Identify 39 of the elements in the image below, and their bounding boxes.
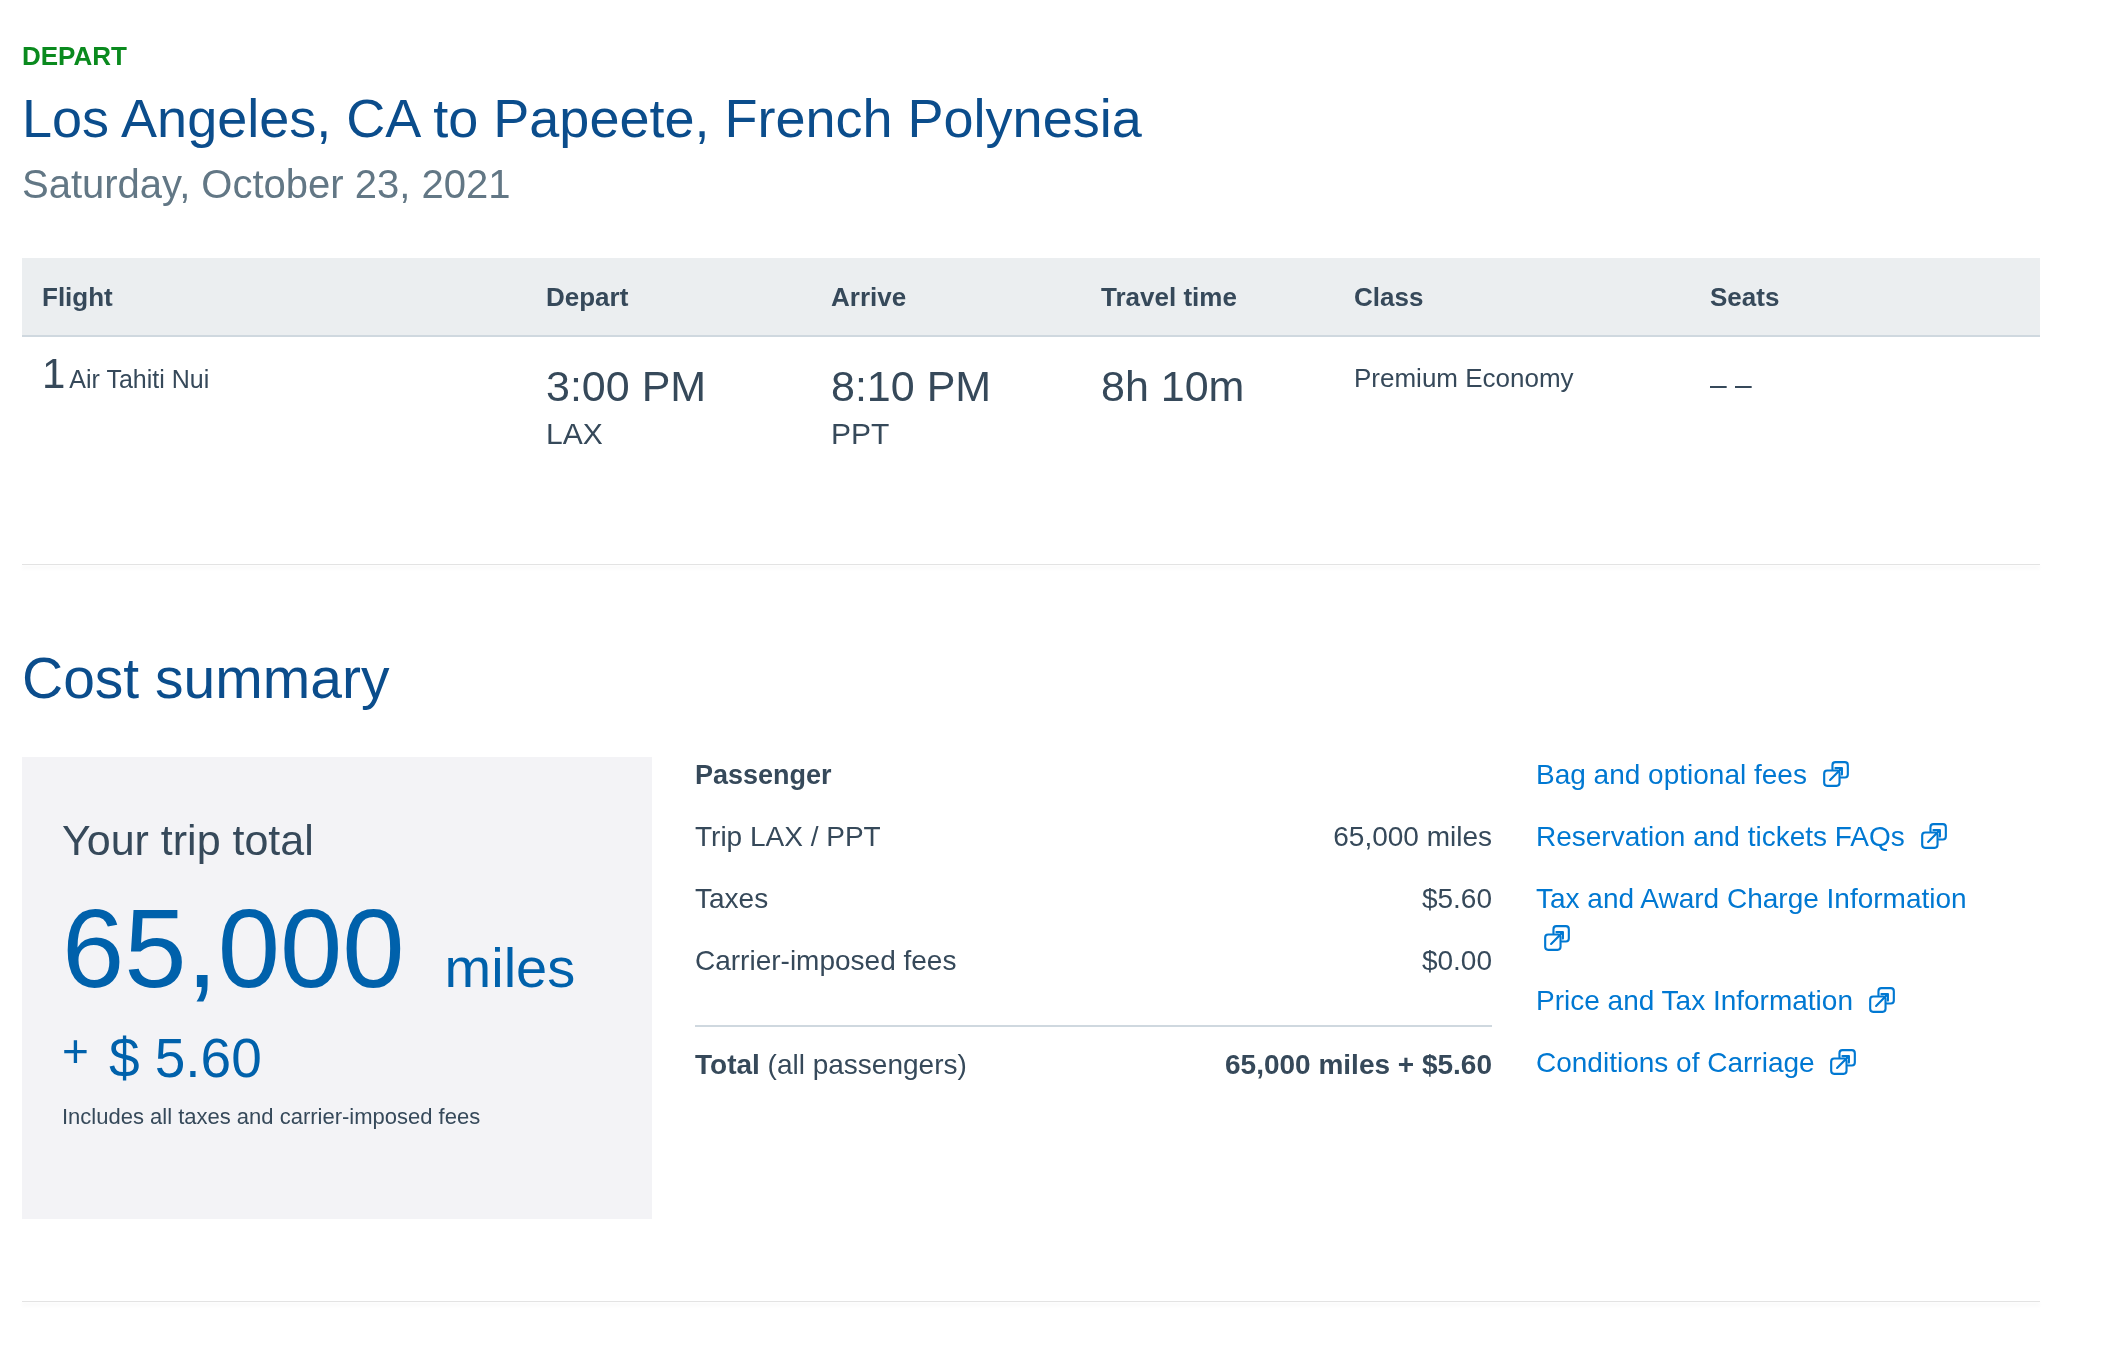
help-link[interactable]: Bag and optional fees	[1536, 759, 1849, 790]
total-note: Includes all taxes and carrier-imposed fees	[62, 1103, 481, 1131]
help-link[interactable]: Conditions of Carriage	[1536, 1047, 1857, 1078]
flight-number: 1	[42, 349, 66, 399]
breakdown-heading: Passenger	[695, 759, 832, 792]
plus-sign: +	[62, 1026, 89, 1076]
column-header: Travel time	[1101, 280, 1237, 313]
charge-value: 65,000 miles	[1333, 820, 1492, 854]
travel-time: 8h 10m	[1101, 361, 1245, 411]
section-title: Cost summary	[22, 645, 390, 712]
charge-label: Carrier-imposed fees	[695, 944, 957, 978]
miles-total: 65,000	[62, 894, 405, 1004]
column-header: Class	[1354, 280, 1424, 313]
arrival-time: 8:10 PM	[831, 361, 992, 411]
column-header: Flight	[42, 280, 113, 313]
cash-total: $ 5.60	[108, 1026, 262, 1090]
route-title: Los Angeles, CA to Papeete, French Polynesia	[22, 87, 1142, 150]
column-header: Depart	[546, 280, 629, 313]
airline-name: Air Tahiti Nui	[69, 364, 210, 395]
total-value: 65,000 miles + $5.60	[1225, 1048, 1492, 1082]
departure-time: 3:00 PM	[546, 361, 707, 411]
total-label: Total (all passengers)	[695, 1048, 967, 1082]
help-link[interactable]: Tax and Award Charge Information	[1536, 883, 1967, 954]
column-header: Arrive	[831, 280, 907, 313]
seat-assignment: – –	[1710, 367, 1752, 403]
airport-code: LAX	[546, 416, 603, 452]
charge-value: $0.00	[1421, 944, 1492, 978]
charge-label: Trip LAX / PPT	[695, 820, 881, 854]
trip-total-label: Your trip total	[62, 815, 314, 865]
flight-date: Saturday, October 23, 2021	[22, 161, 511, 208]
charge-value: $5.60	[1421, 882, 1492, 916]
direction-label: DEPART	[22, 40, 127, 72]
help-link[interactable]: Reservation and tickets FAQs	[1536, 821, 1947, 852]
miles-unit: miles	[444, 938, 576, 998]
airport-code: PPT	[831, 416, 890, 452]
cabin-class: Premium Economy	[1354, 362, 1574, 395]
column-header: Seats	[1710, 280, 1780, 313]
charge-label: Taxes	[695, 882, 769, 916]
help-link[interactable]: Price and Tax Information	[1536, 985, 1895, 1016]
